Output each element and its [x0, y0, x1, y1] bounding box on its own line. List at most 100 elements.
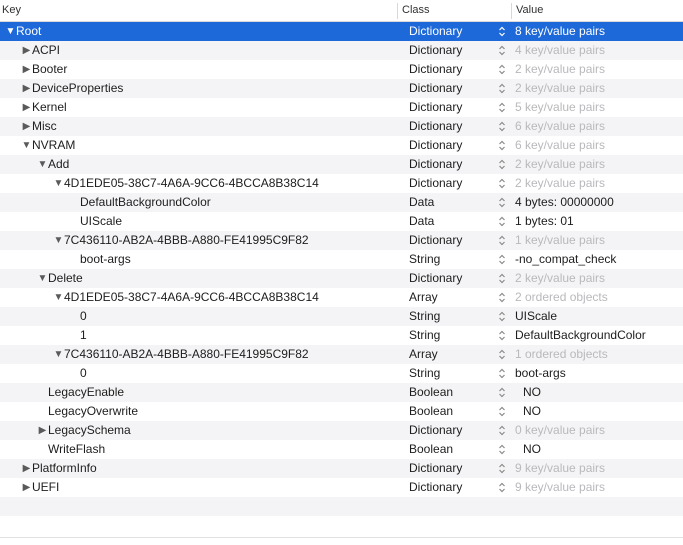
class-label[interactable]: Dictionary	[409, 269, 462, 288]
key-cell[interactable]: LegacyOverwrite	[0, 402, 396, 421]
disclosure-collapsed-icon[interactable]: ▶	[21, 459, 32, 478]
outline-row[interactable]: ▶ ACPI Dictionary 4 key/value pairs	[0, 41, 683, 60]
key-cell[interactable]: LegacyEnable	[0, 383, 396, 402]
disclosure-expanded-icon[interactable]: ▼	[37, 155, 48, 174]
outline-row[interactable]: ▶ Kernel Dictionary 5 key/value pairs	[0, 98, 683, 117]
value-label[interactable]: boot-args	[515, 364, 566, 383]
key-cell[interactable]: boot-args	[0, 250, 396, 269]
class-stepper-icon[interactable]	[498, 120, 506, 133]
class-label[interactable]: Boolean	[409, 440, 453, 459]
disclosure-collapsed-icon[interactable]: ▶	[21, 60, 32, 79]
outline-row[interactable]: UIScale Data 1 bytes: 01	[0, 212, 683, 231]
value-label[interactable]: 8 key/value pairs	[515, 22, 605, 41]
class-label[interactable]: Array	[409, 345, 438, 364]
class-stepper-icon[interactable]	[498, 481, 506, 494]
class-stepper-icon[interactable]	[498, 443, 506, 456]
outline-row[interactable]: ▼ 4D1EDE05-38C7-4A6A-9CC6-4BCCA8B38C14 Arr…	[0, 288, 683, 307]
class-stepper-icon[interactable]	[498, 82, 506, 95]
class-label[interactable]: Dictionary	[409, 478, 462, 497]
value-label[interactable]: 9 key/value pairs	[515, 478, 605, 497]
disclosure-expanded-icon[interactable]: ▼	[53, 345, 64, 364]
class-stepper-icon[interactable]	[498, 158, 506, 171]
class-label[interactable]: Dictionary	[409, 98, 462, 117]
value-label[interactable]: 4 key/value pairs	[515, 41, 605, 60]
class-stepper-icon[interactable]	[498, 310, 506, 323]
class-label[interactable]: Dictionary	[409, 79, 462, 98]
class-label[interactable]: Dictionary	[409, 231, 462, 250]
disclosure-collapsed-icon[interactable]: ▶	[21, 41, 32, 60]
outline-row[interactable]: ▼ 7C436110-AB2A-4BBB-A880-FE41995C9F82 Arr…	[0, 345, 683, 364]
class-stepper-icon[interactable]	[498, 424, 506, 437]
key-cell[interactable]: 0	[0, 307, 396, 326]
disclosure-expanded-icon[interactable]: ▼	[53, 288, 64, 307]
disclosure-expanded-icon[interactable]: ▼	[5, 22, 16, 41]
key-cell[interactable]: DefaultBackgroundColor	[0, 193, 396, 212]
class-label[interactable]: String	[409, 250, 440, 269]
key-cell[interactable]: UIScale	[0, 212, 396, 231]
class-label[interactable]: Dictionary	[409, 136, 462, 155]
disclosure-collapsed-icon[interactable]: ▶	[21, 478, 32, 497]
boolean-value[interactable]: NO	[523, 402, 541, 421]
value-label[interactable]: 1 bytes: 01	[515, 212, 574, 231]
class-label[interactable]: Data	[409, 193, 434, 212]
key-cell[interactable]: ▶ DeviceProperties	[0, 79, 396, 98]
class-stepper-icon[interactable]	[498, 139, 506, 152]
value-label[interactable]: 6 key/value pairs	[515, 117, 605, 136]
value-label[interactable]: 2 key/value pairs	[515, 60, 605, 79]
outline-row[interactable]: ▶ Misc Dictionary 6 key/value pairs	[0, 117, 683, 136]
value-label[interactable]: 1 ordered objects	[515, 345, 608, 364]
disclosure-collapsed-icon[interactable]: ▶	[37, 421, 48, 440]
class-stepper-icon[interactable]	[498, 44, 506, 57]
disclosure-collapsed-icon[interactable]: ▶	[21, 98, 32, 117]
class-stepper-icon[interactable]	[498, 272, 506, 285]
class-label[interactable]: Dictionary	[409, 41, 462, 60]
class-label[interactable]: Array	[409, 288, 438, 307]
outline-row[interactable]: 1 String DefaultBackgroundColor	[0, 326, 683, 345]
outline-row[interactable]: boot-args String -no_compat_check	[0, 250, 683, 269]
key-cell[interactable]: ▼ 4D1EDE05-38C7-4A6A-9CC6-4BCCA8B38C14	[0, 288, 396, 307]
class-label[interactable]: Dictionary	[409, 60, 462, 79]
disclosure-expanded-icon[interactable]: ▼	[37, 269, 48, 288]
class-label[interactable]: Dictionary	[409, 174, 462, 193]
key-cell[interactable]: ▶ Booter	[0, 60, 396, 79]
class-stepper-icon[interactable]	[498, 63, 506, 76]
class-stepper-icon[interactable]	[498, 462, 506, 475]
key-cell[interactable]: ▼ NVRAM	[0, 136, 396, 155]
class-stepper-icon[interactable]	[498, 405, 506, 418]
class-label[interactable]: Dictionary	[409, 459, 462, 478]
key-cell[interactable]: ▶ LegacySchema	[0, 421, 396, 440]
class-label[interactable]: Boolean	[409, 402, 453, 421]
outline-row[interactable]: ▼ Add Dictionary 2 key/value pairs	[0, 155, 683, 174]
key-cell[interactable]: 1	[0, 326, 396, 345]
column-divider[interactable]	[397, 3, 398, 19]
outline-row[interactable]: ▶ Booter Dictionary 2 key/value pairs	[0, 60, 683, 79]
value-label[interactable]: 1 key/value pairs	[515, 231, 605, 250]
key-cell[interactable]: ▶ UEFI	[0, 478, 396, 497]
value-label[interactable]: 2 key/value pairs	[515, 174, 605, 193]
key-cell[interactable]: ▼ 7C436110-AB2A-4BBB-A880-FE41995C9F82	[0, 345, 396, 364]
boolean-value[interactable]: NO	[523, 383, 541, 402]
class-label[interactable]: String	[409, 364, 440, 383]
class-label[interactable]: Dictionary	[409, 421, 462, 440]
key-cell[interactable]: WriteFlash	[0, 440, 396, 459]
value-label[interactable]: 4 bytes: 00000000	[515, 193, 614, 212]
value-label[interactable]: 0 key/value pairs	[515, 421, 605, 440]
outline-row[interactable]: DefaultBackgroundColor Data 4 bytes: 00000…	[0, 193, 683, 212]
column-header-key[interactable]: Key	[2, 0, 21, 21]
outline-row[interactable]: ▶ UEFI Dictionary 9 key/value pairs	[0, 478, 683, 497]
outline-row[interactable]: ▶ PlatformInfo Dictionary 9 key/value pairs	[0, 459, 683, 478]
outline-row[interactable]: ▼ 7C436110-AB2A-4BBB-A880-FE41995C9F82 Dic…	[0, 231, 683, 250]
disclosure-collapsed-icon[interactable]: ▶	[21, 117, 32, 136]
class-stepper-icon[interactable]	[498, 329, 506, 342]
outline-row[interactable]: WriteFlash Boolean NO	[0, 440, 683, 459]
key-cell[interactable]: ▼ 4D1EDE05-38C7-4A6A-9CC6-4BCCA8B38C14	[0, 174, 396, 193]
class-stepper-icon[interactable]	[498, 215, 506, 228]
class-stepper-icon[interactable]	[498, 177, 506, 190]
column-divider[interactable]	[511, 3, 512, 19]
class-stepper-icon[interactable]	[498, 234, 506, 247]
key-cell[interactable]: ▼ Add	[0, 155, 396, 174]
column-header-value[interactable]: Value	[516, 0, 543, 21]
value-label[interactable]: 5 key/value pairs	[515, 98, 605, 117]
outline-row[interactable]: ▶ DeviceProperties Dictionary 2 key/value p…	[0, 79, 683, 98]
class-label[interactable]: Boolean	[409, 383, 453, 402]
